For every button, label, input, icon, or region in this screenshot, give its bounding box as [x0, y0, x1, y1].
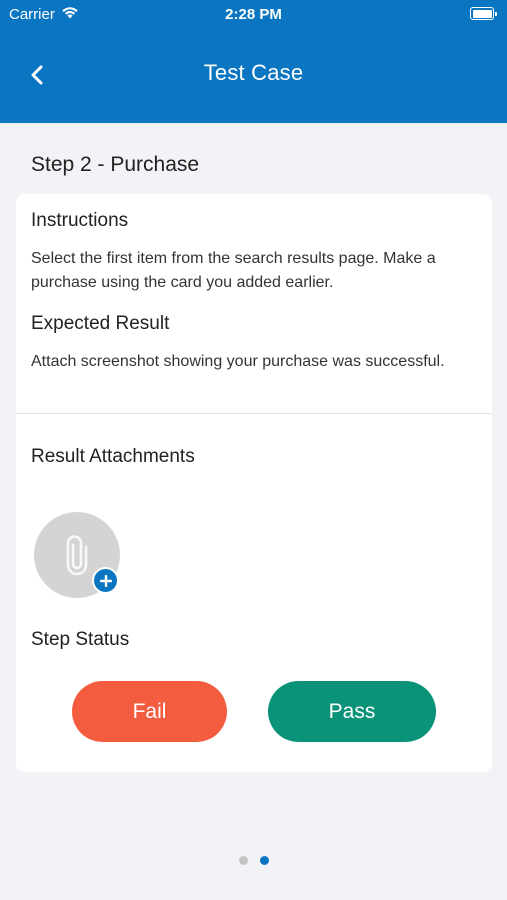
nav-bar: Test Case: [0, 50, 507, 98]
page-title: Test Case: [203, 60, 304, 85]
add-attachment-plus[interactable]: [92, 567, 119, 594]
page-indicator: [0, 856, 507, 865]
fail-button[interactable]: Fail: [72, 681, 227, 742]
expected-result-text: Attach screenshot showing your purchase …: [31, 353, 445, 370]
battery-icon: [470, 7, 497, 20]
step-title: Step 2 - Purchase: [31, 153, 200, 176]
step-status-label: Step Status: [31, 629, 130, 650]
divider: [16, 413, 492, 414]
clock: 2:28 PM: [225, 6, 282, 23]
page-dot-1[interactable]: [238, 856, 248, 865]
pass-button[interactable]: Pass: [268, 681, 436, 742]
paperclip-icon: [66, 535, 88, 575]
instructions-text: Select the first item from the search re…: [31, 250, 436, 291]
plus-icon: [99, 574, 112, 587]
page-dot-2[interactable]: [259, 856, 269, 865]
instructions-label: Instructions: [31, 210, 129, 231]
status-bar: Carrier 2:28 PM: [0, 0, 507, 28]
result-attachments-label: Result Attachments: [31, 446, 195, 467]
step-card: Instructions Select the first item from …: [16, 194, 492, 772]
expected-result-label: Expected Result: [31, 313, 170, 334]
header: Carrier 2:28 PM Test Case: [0, 0, 507, 123]
